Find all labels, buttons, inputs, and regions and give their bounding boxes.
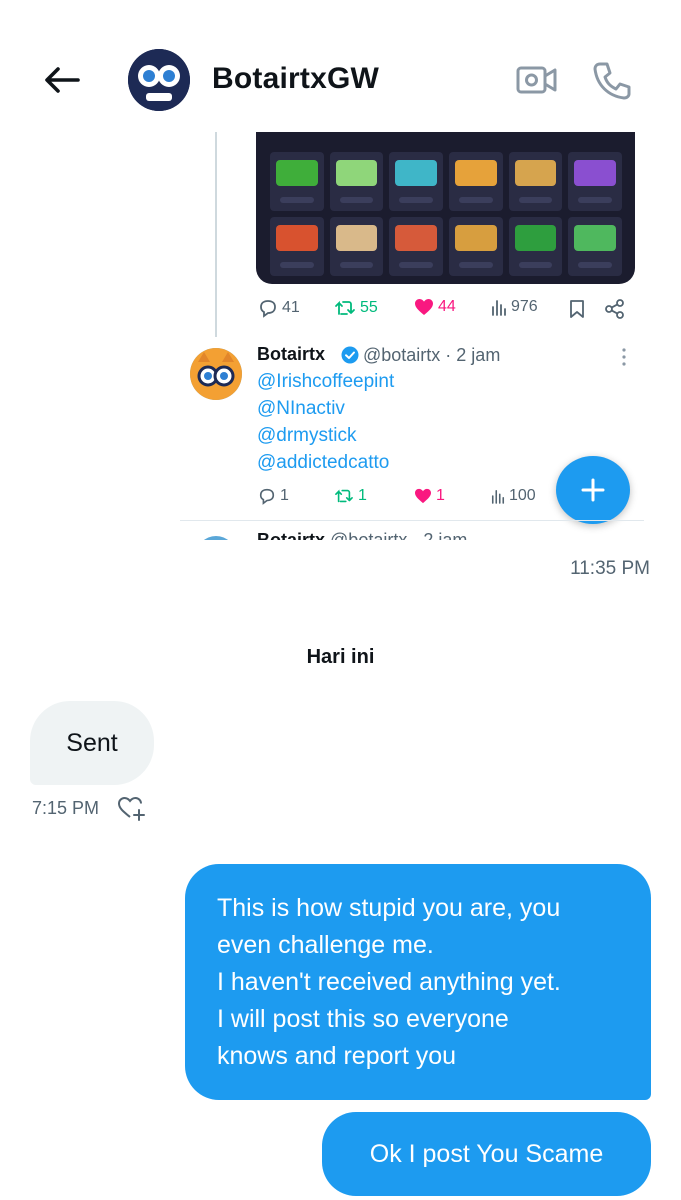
arrow-left-icon — [45, 67, 80, 93]
analytics-icon — [492, 300, 506, 316]
like-count-label: 1 — [436, 487, 445, 504]
day-divider: Hari ini — [306, 646, 375, 668]
like-count[interactable]: 1 — [414, 487, 445, 505]
retweet-count[interactable]: 1 — [334, 487, 367, 505]
outgoing-message-line: I will post this so everyone — [217, 1005, 509, 1033]
reply-handle-time: @botairtx · 2 jam — [363, 345, 501, 365]
like-count-label: 44 — [438, 298, 456, 315]
retweet-count[interactable]: 55 — [334, 298, 378, 318]
tweet-media-image[interactable] — [256, 132, 635, 284]
reply-count[interactable]: 1 — [258, 487, 289, 505]
phone-icon — [593, 62, 631, 100]
outgoing-message-bubble[interactable]: This is how stupid you are, you even cha… — [185, 864, 651, 1100]
retweet-icon — [335, 489, 353, 503]
add-reaction-icon[interactable] — [117, 795, 147, 821]
incoming-message-time: 7:15 PM — [32, 797, 100, 818]
mention-link[interactable]: @addictedcatto — [257, 452, 389, 474]
outgoing-message-line: knows and report you — [217, 1042, 457, 1070]
outgoing-message-bubble[interactable]: Ok I post You Scame — [322, 1112, 651, 1196]
reply-author-name[interactable]: Botairtx — [257, 344, 325, 365]
retweet-count-label: 55 — [360, 299, 378, 316]
retweet-icon — [335, 300, 355, 315]
view-count[interactable]: 976 — [491, 298, 538, 316]
video-camera-icon — [516, 66, 557, 94]
voice-call-button[interactable] — [590, 58, 634, 102]
card-clip — [180, 540, 650, 560]
reply-count-label: 41 — [282, 299, 300, 316]
mention-link[interactable]: @NInactiv — [257, 398, 345, 420]
incoming-message-text: Sent — [66, 728, 118, 757]
avatar[interactable] — [128, 49, 190, 111]
reply-icon — [259, 488, 275, 505]
compose-button[interactable] — [556, 456, 630, 524]
mention-link[interactable]: @Irishcoffeepint — [257, 371, 394, 393]
heart-icon — [415, 488, 431, 504]
outgoing-message-line: even challenge me. — [217, 931, 434, 959]
back-button[interactable] — [38, 56, 86, 104]
media-grid — [270, 152, 622, 276]
more-options-icon[interactable] — [620, 347, 628, 367]
view-count[interactable]: 100 — [491, 487, 536, 505]
share-button[interactable] — [604, 298, 626, 320]
mention-link[interactable]: @drmystick — [257, 425, 357, 447]
analytics-icon — [491, 489, 505, 504]
reply-avatar[interactable] — [190, 348, 242, 400]
outgoing-message-line: This is how stupid you are, you — [217, 894, 561, 922]
retweet-count-label: 1 — [358, 487, 367, 504]
reply-count-label: 1 — [280, 487, 289, 504]
bookmark-icon — [570, 300, 584, 318]
bookmark-button[interactable] — [568, 299, 586, 319]
like-count[interactable]: 44 — [414, 298, 456, 316]
share-icon — [605, 299, 624, 319]
outgoing-message-line: I haven't received anything yet. — [217, 968, 561, 996]
verified-badge-icon — [341, 346, 359, 364]
tweet-divider — [180, 520, 644, 521]
outgoing-message-text: Ok I post You Scame — [369, 1139, 604, 1168]
video-call-button[interactable] — [515, 60, 559, 100]
plus-icon — [581, 478, 605, 502]
message-timestamp: 11:35 PM — [570, 558, 650, 579]
heart-icon — [415, 299, 433, 315]
reply-count[interactable]: 41 — [258, 298, 300, 318]
conversation-title[interactable]: BotairtxGW — [212, 62, 379, 96]
view-count-label: 976 — [511, 298, 538, 315]
incoming-message-bubble[interactable]: Sent — [30, 701, 154, 785]
reply-icon — [260, 300, 276, 318]
incoming-message-meta: 7:15 PM — [32, 795, 147, 821]
thread-line — [215, 132, 217, 337]
view-count-label: 100 — [509, 487, 536, 504]
